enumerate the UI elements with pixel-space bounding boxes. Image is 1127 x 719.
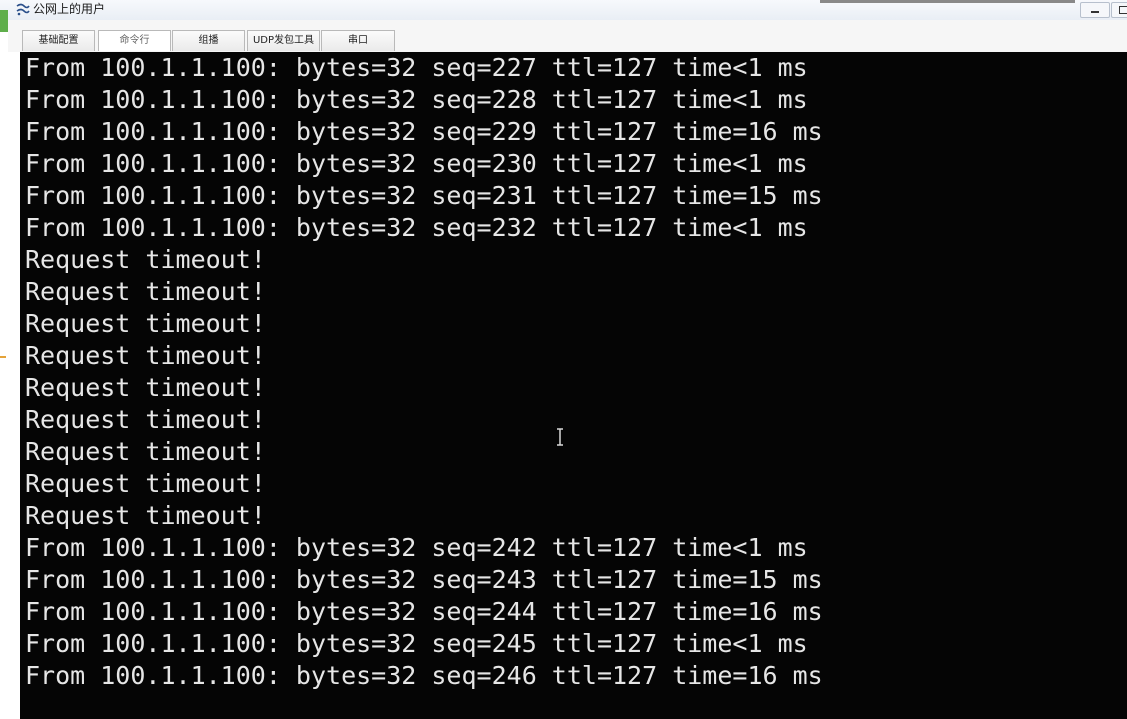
background-window-strip — [820, 0, 1075, 3]
console-line: Request timeout! — [25, 501, 266, 530]
background-window-mark — [0, 356, 6, 358]
background-window-edge — [0, 10, 8, 32]
app-network-icon — [16, 3, 30, 16]
tab-label: 基础配置 — [38, 35, 79, 46]
tab-label: 命令行 — [119, 35, 150, 46]
console-line: Request timeout! — [25, 373, 266, 402]
tab-basic-config[interactable]: 基础配置 — [22, 30, 95, 51]
tab-command-line[interactable]: 命令行 — [98, 30, 171, 51]
console-line: Request timeout! — [25, 437, 266, 466]
console-line: From 100.1.1.100: bytes=32 seq=231 ttl=1… — [25, 181, 823, 210]
console-line: From 100.1.1.100: bytes=32 seq=242 ttl=1… — [25, 533, 808, 562]
console-line: Request timeout! — [25, 469, 266, 498]
console-line: From 100.1.1.100: bytes=32 seq=230 ttl=1… — [25, 149, 808, 178]
console-line: Request timeout! — [25, 309, 266, 338]
text-cursor-icon — [557, 428, 563, 446]
tab-serial-port[interactable]: 串口 — [321, 30, 395, 51]
console-line: Request timeout! — [25, 341, 266, 370]
console-line: From 100.1.1.100: bytes=32 seq=228 ttl=1… — [25, 85, 808, 114]
console-line: From 100.1.1.100: bytes=32 seq=243 ttl=1… — [25, 565, 823, 594]
tab-multicast[interactable]: 组播 — [172, 30, 245, 51]
tab-udp-tool[interactable]: UDP发包工具 — [247, 30, 320, 51]
console-line: From 100.1.1.100: bytes=32 seq=245 ttl=1… — [25, 629, 808, 658]
window-title: 公网上的用户 — [33, 2, 106, 16]
console-line: From 100.1.1.100: bytes=32 seq=227 ttl=1… — [25, 53, 808, 82]
minimize-button[interactable] — [1080, 2, 1110, 18]
tab-label: 串口 — [348, 35, 368, 46]
console-line: From 100.1.1.100: bytes=32 seq=232 ttl=1… — [25, 213, 808, 242]
console-line: From 100.1.1.100: bytes=32 seq=229 ttl=1… — [25, 117, 823, 146]
console-line: From 100.1.1.100: bytes=32 seq=246 ttl=1… — [25, 661, 823, 690]
console-line: From 100.1.1.100: bytes=32 seq=244 ttl=1… — [25, 597, 823, 626]
title-bar: 公网上的用户 — [0, 0, 1127, 20]
maximize-button[interactable] — [1111, 2, 1127, 18]
console-line: Request timeout! — [25, 405, 266, 434]
console-line: Request timeout! — [25, 277, 266, 306]
console-line: Request timeout! — [25, 245, 266, 274]
tab-label: 组播 — [198, 35, 219, 46]
command-output-console[interactable]: From 100.1.1.100: bytes=32 seq=227 ttl=1… — [20, 52, 1127, 719]
tab-bar: 基础配置 命令行 组播 UDP发包工具 串口 — [8, 20, 1127, 52]
tab-label: UDP发包工具 — [252, 35, 315, 46]
